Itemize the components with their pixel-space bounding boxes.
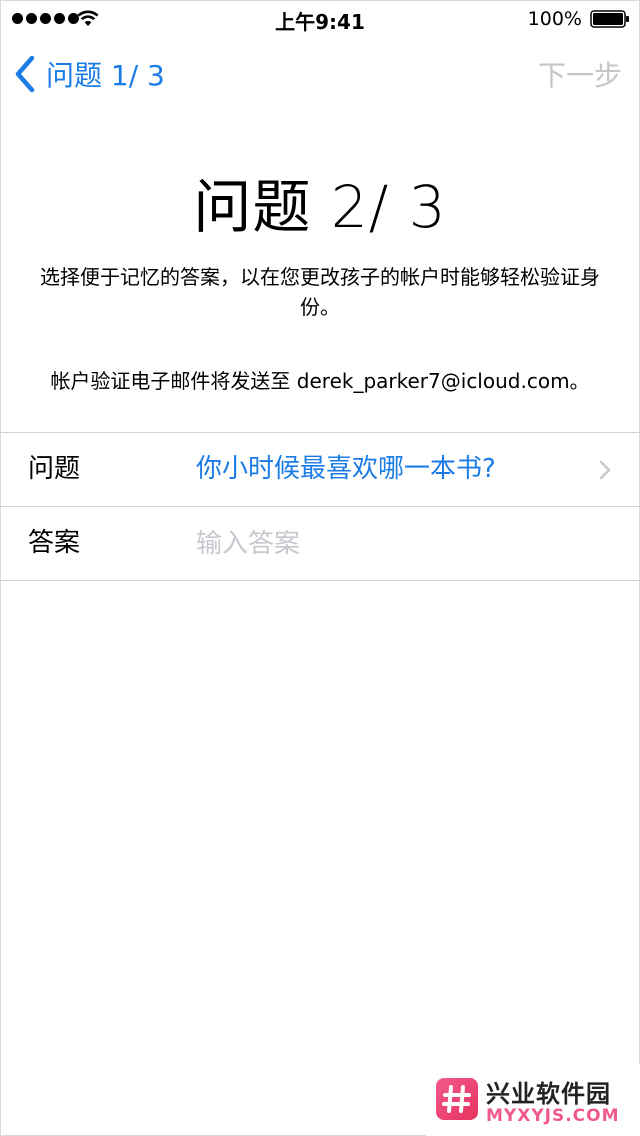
back-button[interactable]: 问题 1/ 3 — [12, 40, 165, 108]
security-question-form: 问题 你小时候最喜欢哪一本书? 答案 — [0, 432, 640, 581]
battery-percent: 100% — [527, 8, 582, 30]
answer-input[interactable] — [196, 507, 596, 580]
back-button-label: 问题 1/ 3 — [46, 59, 165, 92]
question-row[interactable]: 问题 你小时候最喜欢哪一本书? — [0, 433, 640, 507]
battery-icon — [590, 10, 629, 28]
navigation-bar: 问题 1/ 3 下一步 — [0, 40, 640, 108]
answer-row: 答案 — [0, 507, 640, 581]
email-notice: 帐户验证电子邮件将发送至 derek_parker7@icloud.com。 — [50, 369, 590, 393]
watermark-url: MYXYJS.COM — [486, 1106, 620, 1126]
status-bar: 上午9:41 100% — [0, 0, 640, 40]
answer-label: 答案 — [28, 528, 81, 558]
chevron-left-icon — [15, 55, 35, 93]
site-watermark: 兴业软件园 MYXYJS.COM — [426, 1064, 640, 1136]
page-title: 问题 2/ 3 — [193, 173, 447, 241]
question-label: 问题 — [28, 454, 81, 484]
chevron-right-icon — [599, 460, 611, 480]
hash-logo-icon — [436, 1078, 478, 1120]
page-description: 选择便于记忆的答案，以在您更改孩子的帐户时能够轻松验证身份。 — [40, 265, 600, 319]
watermark-name: 兴业软件园 — [486, 1080, 611, 1108]
next-button[interactable]: 下一步 — [538, 40, 622, 108]
question-value[interactable]: 你小时候最喜欢哪一本书? — [196, 433, 496, 506]
